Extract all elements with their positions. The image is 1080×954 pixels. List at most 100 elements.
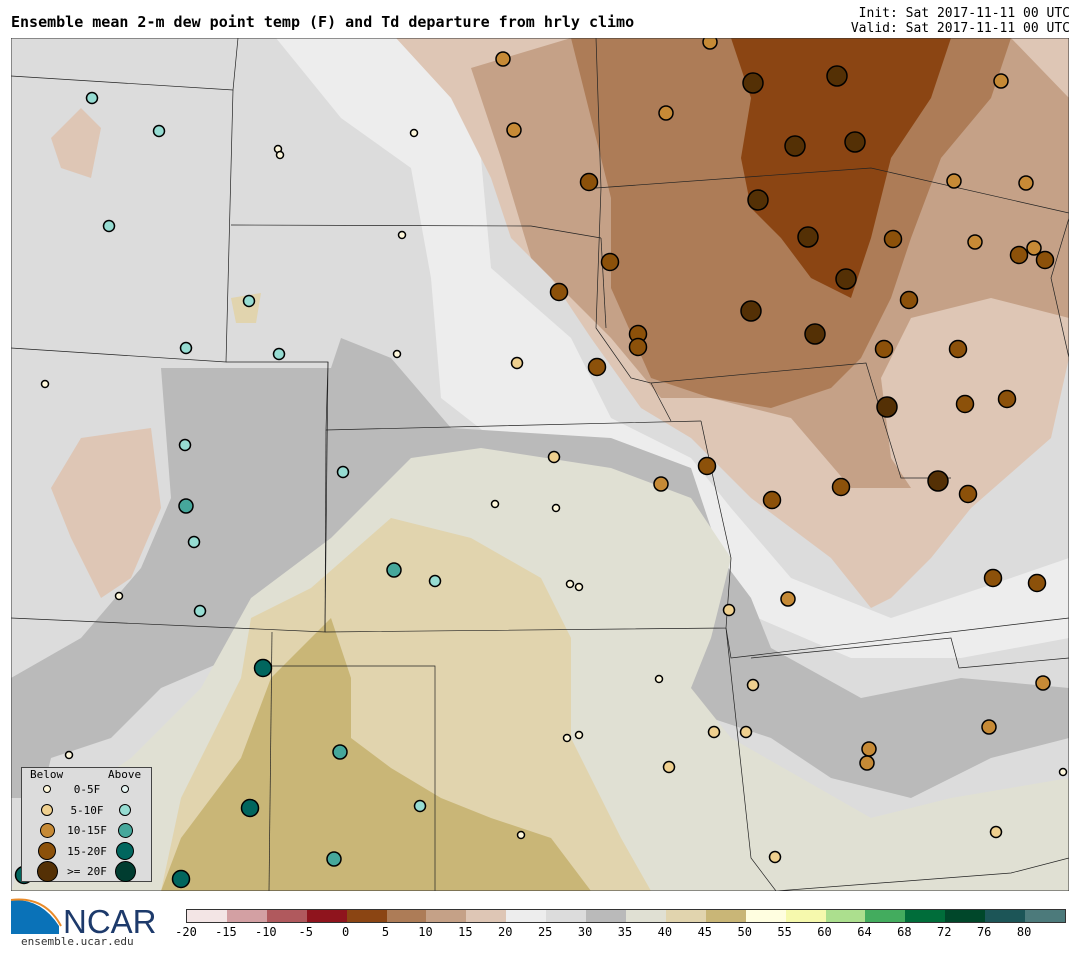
valid-time: Valid: Sat 2017-11-11 00 UTC — [850, 21, 1070, 36]
station-marker-below — [490, 499, 500, 509]
station-marker-below — [1027, 573, 1047, 593]
colorbar-swatch — [466, 910, 507, 922]
legend-above-marker — [117, 822, 133, 838]
station-marker-below — [993, 73, 1009, 89]
station-marker-below — [662, 760, 676, 774]
station-marker-below — [600, 252, 620, 272]
colorbar-swatch — [825, 910, 866, 922]
colorbar-swatch — [546, 910, 587, 922]
station-marker-below — [955, 394, 975, 414]
station-marker-above — [178, 438, 192, 452]
colorbar-swatch — [905, 910, 946, 922]
station-marker-below — [831, 477, 851, 497]
station-marker-above — [171, 869, 191, 889]
legend-below-marker — [38, 841, 56, 860]
station-marker-below — [768, 850, 782, 864]
station-marker-below — [1035, 675, 1051, 691]
colorbar-tick-label: 0 — [342, 925, 350, 939]
station-marker-below — [859, 755, 875, 771]
colorbar-swatch — [985, 910, 1026, 922]
station-marker-above — [413, 799, 427, 813]
colorbar-swatch — [865, 910, 906, 922]
station-marker-above — [242, 294, 256, 308]
colorbar-swatch — [945, 910, 986, 922]
station-marker-above — [193, 604, 207, 618]
station-marker-above — [85, 91, 99, 105]
station-marker-below — [1058, 767, 1068, 777]
station-marker-below — [658, 105, 674, 121]
time-info: Init: Sat 2017-11-11 00 UTC Valid: Sat 2… — [851, 6, 1070, 36]
colorbar-swatch — [785, 910, 826, 922]
colorbar-swatch — [705, 910, 746, 922]
colorbar-tick-label: 30 — [577, 925, 593, 939]
station-marker-below — [275, 150, 285, 160]
colorbar-swatch — [625, 910, 666, 922]
colorbar-swatch — [226, 910, 267, 922]
station-marker-above — [179, 341, 193, 355]
station-marker-above — [326, 851, 342, 867]
colorbar-swatch — [306, 910, 347, 922]
station-marker-below — [958, 484, 978, 504]
colorbar-tick-label: 15 — [458, 925, 473, 939]
station-marker-below — [574, 730, 584, 740]
colorbar-tick-label: 25 — [537, 925, 553, 939]
station-marker-below — [899, 290, 919, 310]
station-marker-below — [114, 591, 124, 601]
station-marker-above — [253, 658, 273, 678]
station-marker-below — [64, 750, 74, 760]
station-marker-below — [747, 189, 769, 211]
colorbar-tick-label: 35 — [617, 925, 633, 939]
logo-text: NCAR — [63, 903, 157, 936]
dewpoint-map — [11, 38, 1069, 891]
legend-above-marker — [119, 803, 131, 816]
station-marker-below — [876, 396, 898, 418]
station-marker-below — [844, 131, 866, 153]
legend-below-marker — [43, 785, 51, 793]
site-url: ensemble.ucar.edu — [21, 935, 134, 948]
colorbar-tick-label: -10 — [254, 925, 277, 939]
colorbar-swatch — [506, 910, 547, 922]
station-marker-below — [784, 135, 806, 157]
colorbar-swatch — [386, 910, 427, 922]
station-marker-below — [883, 229, 903, 249]
station-marker-below — [780, 591, 796, 607]
station-marker-below — [707, 725, 721, 739]
station-marker-below — [654, 674, 664, 684]
station-marker-above — [152, 124, 166, 138]
legend-row: 0-5F — [22, 779, 151, 799]
departure-legend: Below Above 0-5F 5-10F 10-15F 15-20F >= 20F — [21, 767, 152, 882]
legend-row: 15-20F — [22, 841, 151, 861]
station-marker-below — [628, 337, 648, 357]
ncar-logo: NCAR — [11, 898, 157, 936]
legend-row: 10-15F — [22, 820, 151, 840]
legend-range-label: 10-15F — [67, 824, 107, 837]
station-marker-below — [989, 825, 1003, 839]
station-marker-below — [565, 579, 575, 589]
station-marker-below — [874, 339, 894, 359]
colorbar-swatch — [187, 910, 227, 922]
station-marker-below — [574, 582, 584, 592]
station-marker-below — [746, 678, 760, 692]
colorbar-tick-label: 80 — [1016, 925, 1032, 939]
station-marker-below — [946, 173, 962, 189]
station-marker-above — [272, 347, 286, 361]
station-marker-below — [740, 300, 762, 322]
colorbar-swatch — [665, 910, 706, 922]
legend-row: 5-10F — [22, 800, 151, 820]
dewpoint-fill — [11, 38, 1069, 891]
colorbar-swatch — [426, 910, 467, 922]
station-marker-below — [981, 719, 997, 735]
station-marker-below — [551, 503, 561, 513]
colorbar-tick-label: 72 — [937, 925, 952, 939]
station-marker-below — [983, 568, 1003, 588]
colorbar-swatch — [586, 910, 626, 922]
station-marker-below — [547, 450, 561, 464]
colorbar-tick-label: 55 — [777, 925, 792, 939]
colorbar-tick-label: 68 — [897, 925, 912, 939]
station-marker-below — [826, 65, 848, 87]
station-marker-below — [549, 282, 569, 302]
station-marker-above — [428, 574, 442, 588]
colorbar-tick-label: -20 — [175, 925, 197, 939]
station-marker-above — [332, 744, 348, 760]
colorbar-swatch — [745, 910, 786, 922]
